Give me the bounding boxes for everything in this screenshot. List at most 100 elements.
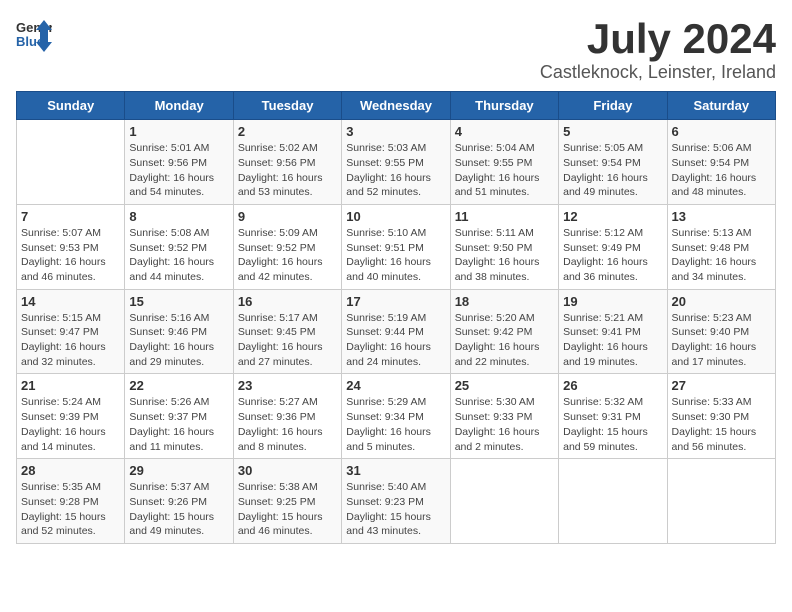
day-cell: 11 Sunrise: 5:11 AM Sunset: 9:50 PM Dayli… (450, 204, 558, 289)
header-cell-tuesday: Tuesday (233, 92, 341, 120)
day-number: 25 (455, 378, 554, 393)
day-info: Sunrise: 5:10 AM Sunset: 9:51 PM Dayligh… (346, 226, 445, 285)
day-info: Sunrise: 5:19 AM Sunset: 9:44 PM Dayligh… (346, 311, 445, 370)
day-number: 28 (21, 463, 120, 478)
day-cell: 8Sunrise: 5:08 AM Sunset: 9:52 PM Daylig… (125, 204, 233, 289)
day-cell: 2 Sunrise: 5:02 AM Sunset: 9:56 PM Daylig… (233, 120, 341, 205)
day-number: 26 (563, 378, 662, 393)
logo-icon: General Blue (16, 16, 52, 52)
day-info: Sunrise: 5:04 AM Sunset: 9:55 PM Dayligh… (455, 141, 554, 200)
day-info: Sunrise: 5:01 AM Sunset: 9:56 PM Dayligh… (129, 141, 228, 200)
day-info: Sunrise: 5:37 AM Sunset: 9:26 PM Dayligh… (129, 480, 228, 539)
day-info: Sunrise: 5:27 AM Sunset: 9:36 PM Dayligh… (238, 395, 337, 454)
week-row-3: 14 Sunrise: 5:15 AM Sunset: 9:47 PM Dayli… (17, 289, 776, 374)
day-info: Sunrise: 5:11 AM Sunset: 9:50 PM Dayligh… (455, 226, 554, 285)
header-cell-friday: Friday (559, 92, 667, 120)
day-info: Sunrise: 5:35 AM Sunset: 9:28 PM Dayligh… (21, 480, 120, 539)
day-cell (450, 459, 558, 544)
day-cell: 30Sunrise: 5:38 AM Sunset: 9:25 PM Dayli… (233, 459, 341, 544)
week-row-5: 28 Sunrise: 5:35 AM Sunset: 9:28 PM Dayli… (17, 459, 776, 544)
day-number: 9 (238, 209, 337, 224)
day-cell: 14 Sunrise: 5:15 AM Sunset: 9:47 PM Dayli… (17, 289, 125, 374)
day-number: 12 (563, 209, 662, 224)
day-info: Sunrise: 5:07 AM Sunset: 9:53 PM Dayligh… (21, 226, 120, 285)
day-cell: 20 Sunrise: 5:23 AM Sunset: 9:40 PM Dayli… (667, 289, 775, 374)
day-info: Sunrise: 5:09 AM Sunset: 9:52 PM Dayligh… (238, 226, 337, 285)
day-info: Sunrise: 5:16 AM Sunset: 9:46 PM Dayligh… (129, 311, 228, 370)
day-number: 31 (346, 463, 445, 478)
day-cell: 24 Sunrise: 5:29 AM Sunset: 9:34 PM Dayli… (342, 374, 450, 459)
header-cell-sunday: Sunday (17, 92, 125, 120)
day-cell: 17 Sunrise: 5:19 AM Sunset: 9:44 PM Dayli… (342, 289, 450, 374)
day-number: 14 (21, 294, 120, 309)
day-info: Sunrise: 5:24 AM Sunset: 9:39 PM Dayligh… (21, 395, 120, 454)
day-info: Sunrise: 5:15 AM Sunset: 9:47 PM Dayligh… (21, 311, 120, 370)
day-cell: 16Sunrise: 5:17 AM Sunset: 9:45 PM Dayli… (233, 289, 341, 374)
day-cell: 23 Sunrise: 5:27 AM Sunset: 9:36 PM Dayli… (233, 374, 341, 459)
day-info: Sunrise: 5:13 AM Sunset: 9:48 PM Dayligh… (672, 226, 771, 285)
day-number: 27 (672, 378, 771, 393)
day-number: 10 (346, 209, 445, 224)
day-number: 4 (455, 124, 554, 139)
page-header: General Blue July 2024 Castleknock, Lein… (16, 16, 776, 83)
day-cell: 3Sunrise: 5:03 AM Sunset: 9:55 PM Daylig… (342, 120, 450, 205)
subtitle: Castleknock, Leinster, Ireland (540, 62, 776, 83)
day-cell: 7 Sunrise: 5:07 AM Sunset: 9:53 PM Daylig… (17, 204, 125, 289)
day-number: 30 (238, 463, 337, 478)
day-cell: 9 Sunrise: 5:09 AM Sunset: 9:52 PM Daylig… (233, 204, 341, 289)
day-info: Sunrise: 5:32 AM Sunset: 9:31 PM Dayligh… (563, 395, 662, 454)
day-cell: 1 Sunrise: 5:01 AM Sunset: 9:56 PM Daylig… (125, 120, 233, 205)
day-info: Sunrise: 5:12 AM Sunset: 9:49 PM Dayligh… (563, 226, 662, 285)
day-cell: 15 Sunrise: 5:16 AM Sunset: 9:46 PM Dayli… (125, 289, 233, 374)
header-row: SundayMondayTuesdayWednesdayThursdayFrid… (17, 92, 776, 120)
day-number: 17 (346, 294, 445, 309)
day-info: Sunrise: 5:02 AM Sunset: 9:56 PM Dayligh… (238, 141, 337, 200)
header-cell-wednesday: Wednesday (342, 92, 450, 120)
day-info: Sunrise: 5:20 AM Sunset: 9:42 PM Dayligh… (455, 311, 554, 370)
day-number: 18 (455, 294, 554, 309)
calendar-table: SundayMondayTuesdayWednesdayThursdayFrid… (16, 91, 776, 544)
day-info: Sunrise: 5:17 AM Sunset: 9:45 PM Dayligh… (238, 311, 337, 370)
day-cell: 18 Sunrise: 5:20 AM Sunset: 9:42 PM Dayli… (450, 289, 558, 374)
header-cell-thursday: Thursday (450, 92, 558, 120)
day-cell: 13Sunrise: 5:13 AM Sunset: 9:48 PM Dayli… (667, 204, 775, 289)
day-info: Sunrise: 5:21 AM Sunset: 9:41 PM Dayligh… (563, 311, 662, 370)
title-block: July 2024 Castleknock, Leinster, Ireland (540, 16, 776, 83)
day-number: 20 (672, 294, 771, 309)
week-row-4: 21Sunrise: 5:24 AM Sunset: 9:39 PM Dayli… (17, 374, 776, 459)
day-info: Sunrise: 5:03 AM Sunset: 9:55 PM Dayligh… (346, 141, 445, 200)
day-cell: 5Sunrise: 5:05 AM Sunset: 9:54 PM Daylig… (559, 120, 667, 205)
day-cell (667, 459, 775, 544)
day-info: Sunrise: 5:23 AM Sunset: 9:40 PM Dayligh… (672, 311, 771, 370)
day-cell: 19 Sunrise: 5:21 AM Sunset: 9:41 PM Dayli… (559, 289, 667, 374)
day-number: 2 (238, 124, 337, 139)
day-cell: 21Sunrise: 5:24 AM Sunset: 9:39 PM Dayli… (17, 374, 125, 459)
day-cell: 29Sunrise: 5:37 AM Sunset: 9:26 PM Dayli… (125, 459, 233, 544)
day-info: Sunrise: 5:40 AM Sunset: 9:23 PM Dayligh… (346, 480, 445, 539)
day-info: Sunrise: 5:08 AM Sunset: 9:52 PM Dayligh… (129, 226, 228, 285)
day-number: 1 (129, 124, 228, 139)
logo: General Blue (16, 16, 56, 52)
week-row-2: 7 Sunrise: 5:07 AM Sunset: 9:53 PM Daylig… (17, 204, 776, 289)
day-number: 23 (238, 378, 337, 393)
day-cell: 4 Sunrise: 5:04 AM Sunset: 9:55 PM Daylig… (450, 120, 558, 205)
day-cell: 25Sunrise: 5:30 AM Sunset: 9:33 PM Dayli… (450, 374, 558, 459)
day-number: 11 (455, 209, 554, 224)
day-number: 24 (346, 378, 445, 393)
day-cell: 22Sunrise: 5:26 AM Sunset: 9:37 PM Dayli… (125, 374, 233, 459)
day-info: Sunrise: 5:05 AM Sunset: 9:54 PM Dayligh… (563, 141, 662, 200)
day-cell (17, 120, 125, 205)
day-cell: 28 Sunrise: 5:35 AM Sunset: 9:28 PM Dayli… (17, 459, 125, 544)
day-number: 7 (21, 209, 120, 224)
day-cell: 10 Sunrise: 5:10 AM Sunset: 9:51 PM Dayli… (342, 204, 450, 289)
day-number: 6 (672, 124, 771, 139)
day-number: 15 (129, 294, 228, 309)
day-info: Sunrise: 5:29 AM Sunset: 9:34 PM Dayligh… (346, 395, 445, 454)
day-number: 19 (563, 294, 662, 309)
day-info: Sunrise: 5:06 AM Sunset: 9:54 PM Dayligh… (672, 141, 771, 200)
day-cell (559, 459, 667, 544)
day-cell: 26 Sunrise: 5:32 AM Sunset: 9:31 PM Dayli… (559, 374, 667, 459)
day-number: 22 (129, 378, 228, 393)
day-info: Sunrise: 5:33 AM Sunset: 9:30 PM Dayligh… (672, 395, 771, 454)
main-title: July 2024 (540, 16, 776, 62)
